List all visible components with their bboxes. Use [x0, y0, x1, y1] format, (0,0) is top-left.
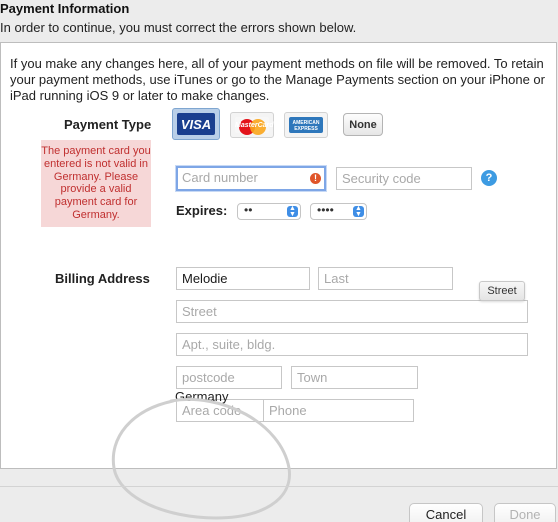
- payment-type-label: Payment Type: [64, 117, 152, 132]
- security-code-input[interactable]: Security code: [336, 167, 472, 190]
- visa-logo: VISA: [177, 113, 215, 135]
- street-input[interactable]: Street: [176, 300, 528, 323]
- error-icon: !: [310, 173, 321, 184]
- card-error-message: The payment card you entered is not vali…: [41, 140, 151, 227]
- apt-suite-input[interactable]: Apt., suite, bldg.: [176, 333, 528, 356]
- footer-divider: [0, 486, 558, 487]
- payment-information-window: Payment Information In order to continue…: [0, 0, 558, 522]
- street-tooltip: Street: [479, 281, 525, 301]
- mastercard-option[interactable]: MasterCard: [230, 112, 274, 138]
- done-button[interactable]: Done: [494, 503, 556, 522]
- postcode-input[interactable]: postcode: [176, 366, 282, 389]
- payment-form-panel: If you make any changes here, all of you…: [0, 42, 557, 469]
- billing-address-label: Billing Address: [55, 271, 150, 286]
- card-number-placeholder: Card number: [182, 170, 258, 185]
- none-option-button[interactable]: None: [343, 113, 383, 136]
- chevron-updown-icon: ▲ ▼: [287, 205, 298, 218]
- help-icon[interactable]: ?: [481, 170, 497, 186]
- last-name-input[interactable]: Last: [318, 267, 453, 290]
- mastercard-logo-text: MasterCard: [235, 122, 274, 129]
- expires-label: Expires:: [176, 203, 228, 218]
- expiry-month-value: ••: [244, 203, 253, 217]
- card-number-input[interactable]: Card number !: [176, 166, 326, 191]
- country-value: Germany: [175, 389, 229, 404]
- phone-input[interactable]: Phone: [263, 399, 414, 422]
- expiry-month-select[interactable]: •• ▲ ▼: [237, 203, 301, 220]
- expiry-year-select[interactable]: •••• ▲ ▼: [310, 203, 367, 220]
- amex-logo: AMERICAN EXPRESS: [289, 117, 323, 133]
- mastercard-logo: MasterCard: [235, 117, 274, 135]
- intro-notice: If you make any changes here, all of you…: [10, 56, 545, 103]
- first-name-input[interactable]: Melodie: [176, 267, 310, 290]
- expiry-year-value: ••••: [317, 203, 334, 217]
- page-subtitle: In order to continue, you must correct t…: [0, 20, 357, 35]
- amex-option[interactable]: AMERICAN EXPRESS: [284, 112, 328, 138]
- page-title: Payment Information: [0, 1, 130, 16]
- cancel-button[interactable]: Cancel: [409, 503, 483, 522]
- visa-option[interactable]: VISA: [172, 108, 220, 140]
- town-input[interactable]: Town: [291, 366, 418, 389]
- chevron-updown-icon: ▲ ▼: [353, 205, 364, 218]
